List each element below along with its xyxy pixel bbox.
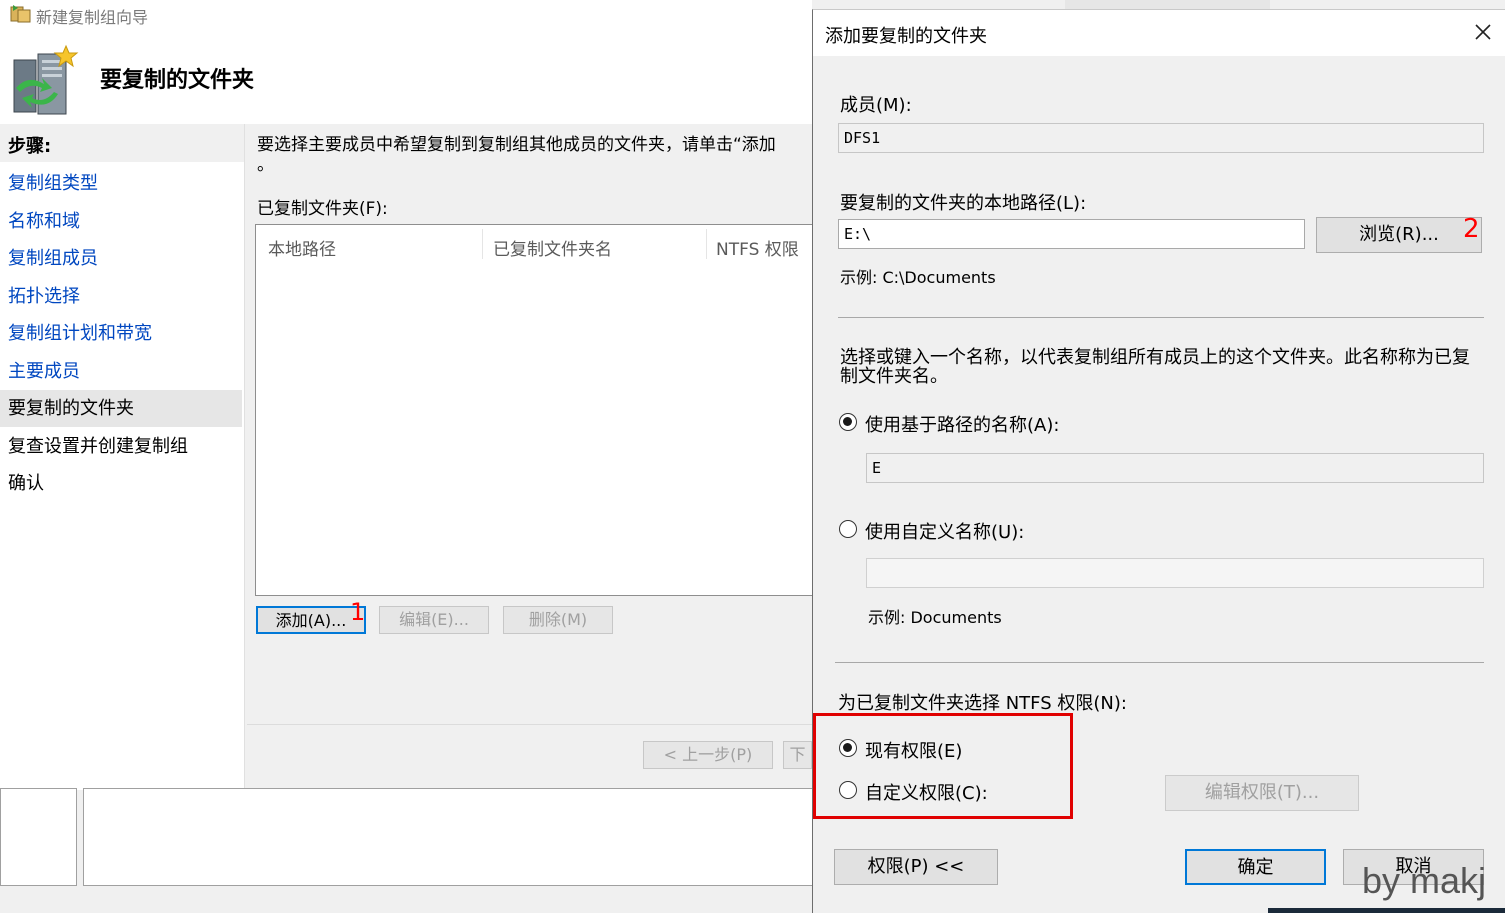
ok-button[interactable]: 确定 [1185,849,1326,885]
custom-name-radio-label[interactable]: 使用自定义名称(U): [865,518,1024,544]
step-confirmation: 确认 [8,473,44,494]
steps-heading-label: 步骤: [8,136,52,157]
separator [835,662,1484,663]
taskbar-strip [1268,908,1505,913]
local-path-label: 要复制的文件夹的本地路径(L): [840,193,1087,214]
wizard-app-icon [10,5,31,23]
custom-name-example: 示例: Documents [868,608,1002,627]
custom-permissions-label[interactable]: 自定义权限(C): [865,779,988,805]
name-description-line1: 选择或键入一个名称，以代表复制组所有成员上的这个文件夹。此名称称为已复 [840,347,1470,368]
annotation-marker-1: 1 [350,598,366,626]
existing-permissions-label[interactable]: 现有权限(E) [865,737,962,763]
lower-right-pane [83,788,815,886]
column-ntfs-permissions[interactable]: NTFS 权限 [716,235,799,260]
path-example: 示例: C:\Documents [840,268,996,287]
close-icon[interactable] [1469,18,1497,46]
path-name-field: E [866,453,1484,483]
wizard-page-title: 要复制的文件夹 [100,68,255,93]
name-description-line2: 制文件夹名。 [840,366,948,387]
wizard-header: 要复制的文件夹 [0,32,812,122]
step-schedule-bandwidth[interactable]: 复制组计划和带宽 [0,315,242,352]
separator [838,317,1484,318]
replicated-folders-list[interactable]: 本地路径 已复制文件夹名 NTFS 权限 [255,224,817,596]
replicate-server-icon [13,44,79,115]
replicated-folders-label: 已复制文件夹(F): [257,199,388,219]
step-review-settings: 复查设置并创建复制组 [8,436,188,457]
column-local-path[interactable]: 本地路径 [268,235,336,260]
step-replication-group-type[interactable]: 复制组类型 [0,165,242,202]
wizard-titlebar: 新建复制组向导 [0,0,812,30]
add-folder-dialog: 添加要复制的文件夹 成员(M): DFS1 要复制的文件夹的本地路径(L): E… [812,9,1505,913]
dialog-titlebar: 添加要复制的文件夹 [813,10,1505,56]
step-primary-member[interactable]: 主要成员 [0,353,242,390]
path-name-radio[interactable] [839,413,857,431]
dialog-title: 添加要复制的文件夹 [825,26,987,47]
wizard-window-title: 新建复制组向导 [36,8,149,27]
wizard-description-tail: 。 [257,155,274,175]
column-separator [706,229,707,259]
custom-permissions-radio[interactable] [839,781,857,799]
edit-permissions-button[interactable]: 编辑权限(T)... [1165,775,1359,811]
back-button[interactable]: < 上一步(P) [643,741,773,769]
ntfs-permissions-label: 为已复制文件夹选择 NTFS 权限(N): [838,693,1127,714]
watermark: by makj [1362,860,1487,901]
column-separator [482,229,483,259]
custom-name-radio[interactable] [839,520,857,538]
annotation-marker-2: 2 [1463,214,1480,244]
next-button[interactable]: 下 [783,741,812,769]
delete-folder-button[interactable]: 删除(M) [503,606,613,634]
step-group-members[interactable]: 复制组成员 [0,240,242,277]
wizard-footer-separator [247,724,812,725]
path-name-radio-label[interactable]: 使用基于路径的名称(A): [865,411,1059,437]
lower-left-pane [0,788,77,886]
wizard-window: 新建复制组向导 要复制的文件夹 步骤: 复制组类型 名称和域 复制组成员 拓扑选… [0,0,817,790]
custom-name-input[interactable] [866,558,1484,588]
existing-permissions-radio[interactable] [839,739,857,757]
column-replicated-folder-name[interactable]: 已复制文件夹名 [493,235,612,260]
steps-heading: 步骤: [0,124,244,162]
wizard-main-panel: 要选择主要成员中希望复制到复制组其他成员的文件夹，请单击“添加 。 已复制文件夹… [245,124,817,790]
step-topology[interactable]: 拓扑选择 [0,278,242,315]
step-name-and-domain[interactable]: 名称和域 [0,203,242,240]
browse-button[interactable]: 浏览(R)... [1316,217,1482,253]
step-folders-to-replicate: 要复制的文件夹 [0,390,242,427]
edit-folder-button[interactable]: 编辑(E)... [379,606,489,634]
local-path-input[interactable]: E:\ [838,219,1305,249]
permissions-toggle-button[interactable]: 权限(P) << [834,849,998,885]
wizard-description: 要选择主要成员中希望复制到复制组其他成员的文件夹，请单击“添加 [257,135,776,155]
member-label: 成员(M): [840,95,912,116]
wizard-steps-panel: 步骤: 复制组类型 名称和域 复制组成员 拓扑选择 复制组计划和带宽 主要成员 … [0,124,245,790]
member-field: DFS1 [838,123,1484,153]
